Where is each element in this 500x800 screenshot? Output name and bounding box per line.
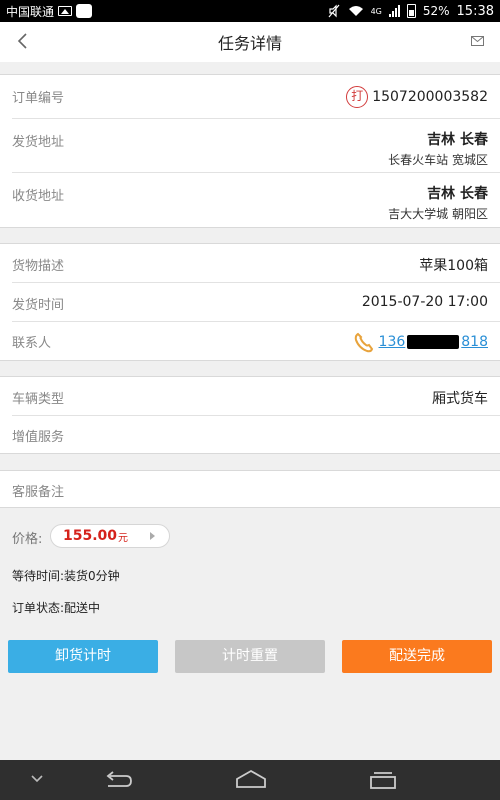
order-status-line: 订单状态:配送中	[12, 599, 100, 616]
battery-icon	[406, 4, 416, 18]
remarks-label: 客服备注	[12, 485, 65, 500]
notification-icon	[76, 4, 93, 18]
vehicle-type-row: 车辆类型 厢式货车	[12, 377, 500, 416]
wait-time-value: 装货0分钟	[64, 569, 120, 583]
price-label: 价格:	[12, 532, 43, 547]
ship-time-value: 2015-07-20 17:00	[361, 294, 488, 310]
vehicle-type-label: 车辆类型	[12, 392, 65, 407]
unload-timer-button[interactable]: 卸货计时	[8, 640, 158, 673]
contact-label: 联系人	[12, 336, 52, 351]
order-status-label: 订单状态:	[12, 601, 65, 615]
delivery-complete-button[interactable]: 配送完成	[342, 640, 492, 673]
ship-to-label: 收货地址	[12, 189, 65, 204]
phone-redaction	[407, 335, 460, 349]
mute-icon	[328, 4, 340, 18]
clock: 15:38	[456, 3, 494, 19]
print-stamp-icon[interactable]: 打	[346, 86, 369, 108]
order-number-value: 1507200003582	[372, 89, 488, 105]
hide-keyboard-chevron-icon[interactable]	[30, 774, 44, 784]
ship-from-label: 发货地址	[12, 135, 65, 150]
image-notification-icon	[58, 6, 73, 16]
order-info-section: 订单编号 打 1507200003582 发货地址 吉林 长春 长春火车站 宽城区…	[0, 74, 500, 228]
vehicle-type-value: 厢式货车	[432, 391, 488, 407]
cargo-section: 货物描述 苹果100箱 发货时间 2015-07-20 17:00 联系人 13…	[0, 243, 500, 361]
ship-from-city: 吉林 长春	[427, 132, 488, 148]
phone-suffix[interactable]: 818	[461, 334, 488, 350]
phone-prefix[interactable]: 136	[379, 334, 406, 350]
ship-to-city: 吉林 长春	[427, 186, 488, 202]
remarks-section: 客服备注	[0, 470, 500, 508]
mail-icon[interactable]	[471, 36, 484, 46]
cargo-desc-label: 货物描述	[12, 259, 65, 274]
ship-to-row: 收货地址 吉林 长春 吉大大学城 朝阳区	[12, 173, 500, 227]
remarks-row: 客服备注	[12, 471, 500, 507]
order-status-value: 配送中	[64, 601, 101, 615]
title-bar: 任务详情	[0, 22, 500, 62]
phone-icon[interactable]	[353, 331, 375, 353]
ship-time-label: 发货时间	[12, 298, 65, 313]
battery-level: 52%	[422, 4, 450, 18]
price-pill[interactable]: 155.00 元	[50, 524, 170, 548]
price-amount: 155.00	[63, 528, 118, 544]
page-title: 任务详情	[217, 34, 282, 53]
contact-row: 联系人 136 818	[12, 322, 500, 360]
recent-apps-icon[interactable]	[368, 769, 398, 791]
ship-time-row: 发货时间 2015-07-20 17:00	[12, 283, 500, 322]
wait-time-label: 等待时间:	[12, 569, 65, 583]
cargo-desc-value: 苹果100箱	[419, 258, 488, 274]
cargo-desc-row: 货物描述 苹果100箱	[12, 244, 500, 283]
carrier-name: 中国联通	[6, 4, 55, 19]
home-icon[interactable]	[234, 768, 268, 790]
back-chevron-icon[interactable]	[12, 30, 34, 52]
order-number-label: 订单编号	[12, 91, 65, 106]
value-added-service-row: 增值服务	[12, 416, 500, 454]
order-number-row: 订单编号 打 1507200003582	[12, 75, 500, 119]
wifi-icon	[348, 6, 363, 16]
reset-timer-button[interactable]: 计时重置	[175, 640, 325, 673]
back-icon[interactable]	[102, 770, 134, 790]
vehicle-section: 车辆类型 厢式货车 增值服务	[0, 376, 500, 454]
price-unit: 元	[118, 532, 129, 544]
status-bar: 中国联通 4G 52% 15:38	[0, 0, 500, 22]
order-number-value-group: 打 1507200003582	[346, 86, 488, 108]
ship-to-detail: 吉大大学城 朝阳区	[388, 207, 488, 221]
contact-phone-link[interactable]: 136 818	[353, 331, 488, 353]
chevron-right-icon	[150, 532, 155, 540]
value-added-service-label: 增值服务	[12, 430, 65, 445]
ship-from-detail: 长春火车站 宽城区	[388, 153, 488, 167]
network-type: 4G	[370, 6, 382, 16]
system-nav-bar	[0, 760, 500, 800]
wait-time-line: 等待时间:装货0分钟	[12, 567, 120, 584]
signal-icon	[388, 5, 400, 17]
ship-from-row: 发货地址 吉林 长春 长春火车站 宽城区	[12, 119, 500, 173]
